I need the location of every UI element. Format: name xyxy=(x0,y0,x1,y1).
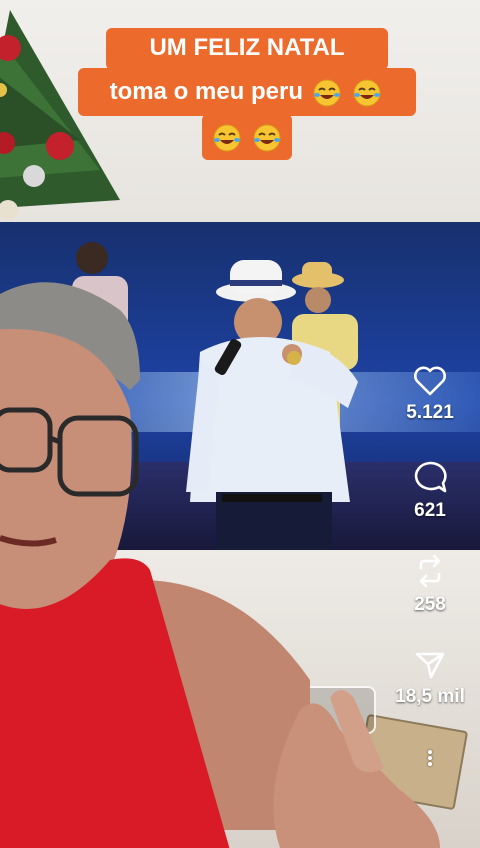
caption-line-1: UM FELIZ NATAL xyxy=(106,28,388,70)
rofl-emoji xyxy=(253,124,281,152)
like-action[interactable]: 5.121 xyxy=(380,366,480,424)
rofl-emoji xyxy=(313,79,341,107)
share-count: 18,5 mil xyxy=(395,686,465,707)
repost-icon[interactable] xyxy=(413,554,447,588)
repost-count: 258 xyxy=(414,594,446,615)
more-vertical-icon[interactable] xyxy=(420,748,440,772)
caption-line-2-text: toma o meu peru xyxy=(109,78,303,105)
more-dot xyxy=(428,756,432,760)
more-dot xyxy=(428,762,432,766)
comment-icon[interactable] xyxy=(412,460,448,494)
heart-icon[interactable] xyxy=(413,366,447,396)
send-icon[interactable] xyxy=(414,650,446,680)
repost-action[interactable]: 258 xyxy=(380,554,480,616)
rofl-emoji xyxy=(213,124,241,152)
like-count: 5.121 xyxy=(406,402,454,423)
rofl-emoji xyxy=(353,79,381,107)
caption-line-3 xyxy=(202,114,292,160)
caption-line-1-text: UM FELIZ NATAL xyxy=(149,34,345,61)
more-dot xyxy=(428,750,432,754)
comment-count: 621 xyxy=(414,500,446,521)
video-frame[interactable]: UM FELIZ NATAL toma o meu peru 5.121 621… xyxy=(0,0,480,848)
caption-line-2: toma o meu peru xyxy=(78,68,416,116)
video-caption: UM FELIZ NATAL toma o meu peru xyxy=(78,28,416,174)
share-action[interactable]: 18,5 mil xyxy=(380,650,480,708)
comment-action[interactable]: 621 xyxy=(380,460,480,522)
